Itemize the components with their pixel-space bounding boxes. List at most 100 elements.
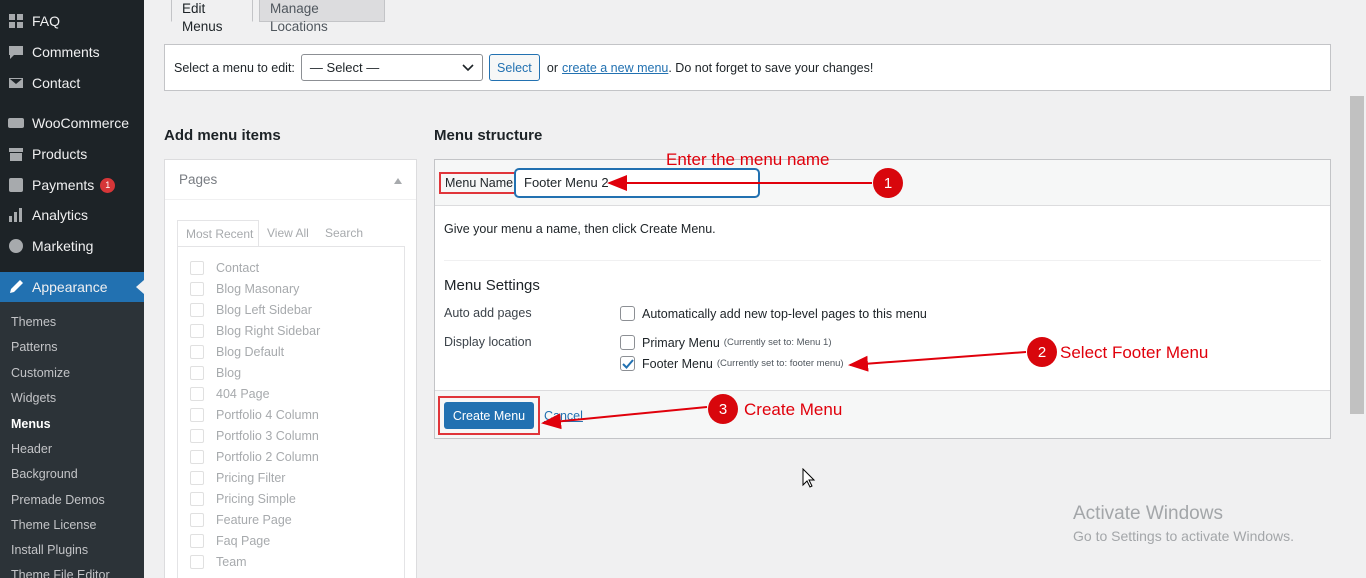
sidebar-item-marketing[interactable]: Marketing bbox=[0, 231, 144, 261]
select-button[interactable]: Select bbox=[488, 54, 540, 81]
menu-settings-title: Menu Settings bbox=[444, 277, 540, 294]
auto-add-option-label: Automatically add new top-level pages to… bbox=[642, 306, 927, 321]
checkbox[interactable] bbox=[190, 366, 204, 380]
pages-tabs: Most Recent View All Search bbox=[177, 220, 405, 248]
sidebar-item-label: Payments bbox=[32, 177, 95, 193]
submenu-menus[interactable]: Menus bbox=[11, 417, 51, 431]
list-item[interactable]: Portfolio 2 Column bbox=[190, 450, 319, 464]
sidebar-item-contact[interactable]: Contact bbox=[0, 68, 144, 98]
tab-edit-menus[interactable]: Edit Menus bbox=[171, 0, 253, 34]
checkbox[interactable] bbox=[190, 282, 204, 296]
sidebar-item-products[interactable]: Products bbox=[0, 139, 144, 169]
menu-select-dropdown[interactable]: — Select — bbox=[300, 54, 483, 81]
divider bbox=[444, 260, 1321, 261]
list-item[interactable]: Blog Right Sidebar bbox=[190, 324, 320, 338]
tab-most-recent[interactable]: Most Recent bbox=[177, 220, 259, 246]
submenu-premade-demos[interactable]: Premade Demos bbox=[11, 493, 105, 507]
sidebar-item-payments[interactable]: Payments 1 bbox=[0, 170, 144, 200]
select-label: Select a menu to edit: bbox=[174, 60, 295, 75]
menu-name-input[interactable]: Footer Menu 2 bbox=[515, 169, 759, 197]
list-item[interactable]: Blog Masonary bbox=[190, 282, 299, 296]
list-item[interactable]: Blog Default bbox=[190, 345, 284, 359]
pages-panel-header[interactable]: Pages bbox=[165, 160, 416, 200]
sidebar-item-analytics[interactable]: Analytics bbox=[0, 200, 144, 230]
page-label: Feature Page bbox=[216, 513, 292, 527]
megaphone-icon bbox=[8, 238, 24, 254]
submenu-header[interactable]: Header bbox=[11, 442, 52, 456]
menu-structure-panel: Menu Name Footer Menu 2 Give your menu a… bbox=[434, 159, 1331, 439]
sidebar-item-label: Marketing bbox=[32, 238, 94, 254]
checkbox[interactable] bbox=[190, 513, 204, 527]
menu-name-label: Menu Name bbox=[439, 172, 520, 194]
sidebar-item-label: Comments bbox=[32, 44, 100, 60]
tab-view-all[interactable]: View All bbox=[267, 220, 309, 246]
list-item[interactable]: Faq Page bbox=[190, 534, 270, 548]
sidebar-item-label: WooCommerce bbox=[32, 115, 129, 131]
submenu-background[interactable]: Background bbox=[11, 467, 78, 481]
list-item[interactable]: Pricing Simple bbox=[190, 492, 296, 506]
checkbox[interactable] bbox=[190, 555, 204, 569]
list-item[interactable]: Pricing Filter bbox=[190, 471, 285, 485]
pages-panel-title: Pages bbox=[179, 172, 218, 187]
auto-add-checkbox[interactable] bbox=[620, 306, 635, 321]
primary-menu-checkbox[interactable] bbox=[620, 335, 635, 350]
list-item[interactable]: Blog Left Sidebar bbox=[190, 303, 312, 317]
list-item[interactable]: Feature Page bbox=[190, 513, 292, 527]
checkbox[interactable] bbox=[190, 261, 204, 275]
annotation-1-number: 1 bbox=[873, 168, 903, 198]
tab-manage-locations[interactable]: Manage Locations bbox=[259, 0, 385, 34]
sidebar-item-label: Analytics bbox=[32, 207, 89, 223]
page-label: Blog bbox=[216, 366, 242, 380]
checkbox[interactable] bbox=[190, 492, 204, 506]
checkbox[interactable] bbox=[190, 534, 204, 548]
notification-badge: 1 bbox=[100, 177, 116, 193]
primary-menu-option[interactable]: Primary Menu (Currently set to: Menu 1) bbox=[620, 335, 832, 350]
display-location-label: Display location bbox=[444, 335, 532, 349]
sidebar-item-faq[interactable]: FAQ bbox=[0, 6, 144, 36]
create-new-menu-link[interactable]: create a new menu bbox=[562, 61, 668, 75]
list-item[interactable]: Portfolio 4 Column bbox=[190, 408, 319, 422]
list-item[interactable]: 404 Page bbox=[190, 387, 270, 401]
checkbox[interactable] bbox=[190, 387, 204, 401]
list-item[interactable]: Team bbox=[190, 555, 247, 569]
submenu-install-plugins[interactable]: Install Plugins bbox=[11, 543, 88, 557]
list-item[interactable]: Contact bbox=[190, 261, 259, 275]
checkbox[interactable] bbox=[190, 450, 204, 464]
checkbox[interactable] bbox=[190, 345, 204, 359]
mail-icon bbox=[8, 75, 24, 91]
submenu-patterns[interactable]: Patterns bbox=[11, 340, 58, 354]
submenu-customize[interactable]: Customize bbox=[11, 366, 70, 380]
footer-menu-option[interactable]: Footer Menu (Currently set to: footer me… bbox=[620, 356, 844, 371]
activate-windows-title: Activate Windows bbox=[1073, 503, 1223, 524]
auto-add-option[interactable]: Automatically add new top-level pages to… bbox=[620, 306, 927, 321]
sidebar-item-appearance[interactable]: Appearance bbox=[0, 272, 144, 302]
brush-icon bbox=[8, 279, 24, 295]
scrollbar-thumb[interactable] bbox=[1350, 96, 1364, 414]
page-label: Portfolio 4 Column bbox=[216, 408, 319, 422]
menu-actions-row: Create Menu Cancel bbox=[435, 390, 1330, 438]
page-label: Faq Page bbox=[216, 534, 271, 548]
list-item[interactable]: Portfolio 3 Column bbox=[190, 429, 319, 443]
checkbox[interactable] bbox=[190, 303, 204, 317]
footer-menu-checkbox[interactable] bbox=[620, 356, 635, 371]
create-menu-button[interactable]: Create Menu bbox=[444, 402, 534, 429]
save-reminder: . Do not forget to save your changes! bbox=[668, 60, 874, 75]
tab-search[interactable]: Search bbox=[325, 220, 363, 246]
submenu-themes[interactable]: Themes bbox=[11, 315, 56, 329]
payments-icon bbox=[8, 177, 24, 193]
list-item[interactable]: Blog bbox=[190, 366, 241, 380]
checkbox[interactable] bbox=[190, 471, 204, 485]
checkbox[interactable] bbox=[190, 408, 204, 422]
page-label: Pricing Filter bbox=[216, 471, 286, 485]
page-label: Contact bbox=[216, 261, 260, 275]
submenu-theme-license[interactable]: Theme License bbox=[11, 518, 96, 532]
cancel-link[interactable]: Cancel bbox=[544, 409, 583, 423]
annotation-3-text: Create Menu bbox=[744, 400, 843, 419]
submenu-widgets[interactable]: Widgets bbox=[11, 391, 56, 405]
submenu-theme-file-editor[interactable]: Theme File Editor bbox=[11, 568, 110, 578]
sidebar-item-woocommerce[interactable]: WooCommerce bbox=[0, 108, 144, 138]
sidebar-item-comments[interactable]: Comments bbox=[0, 37, 144, 67]
checkbox[interactable] bbox=[190, 429, 204, 443]
or-text: or bbox=[546, 60, 559, 75]
checkbox[interactable] bbox=[190, 324, 204, 338]
